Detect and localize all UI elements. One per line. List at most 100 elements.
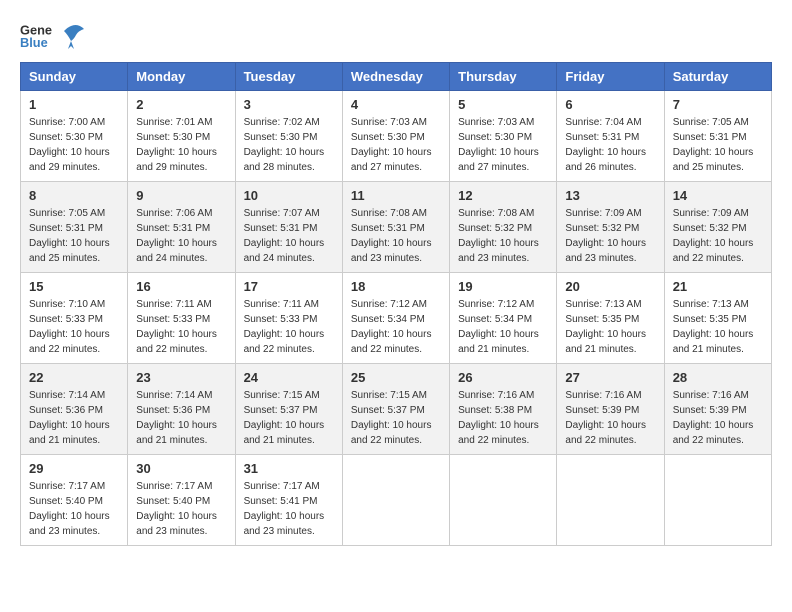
header-sunday: Sunday xyxy=(21,63,128,91)
day-info: Sunrise: 7:17 AM Sunset: 5:40 PM Dayligh… xyxy=(29,479,119,539)
calendar-day-cell: 16 Sunrise: 7:11 AM Sunset: 5:33 PM Dayl… xyxy=(128,273,235,364)
page-header: General Blue xyxy=(20,20,772,52)
day-number: 28 xyxy=(673,370,763,385)
calendar-day-cell: 19 Sunrise: 7:12 AM Sunset: 5:34 PM Dayl… xyxy=(450,273,557,364)
calendar-day-cell: 28 Sunrise: 7:16 AM Sunset: 5:39 PM Dayl… xyxy=(664,364,771,455)
calendar-day-cell: 1 Sunrise: 7:00 AM Sunset: 5:30 PM Dayli… xyxy=(21,91,128,182)
calendar-day-cell: 29 Sunrise: 7:17 AM Sunset: 5:40 PM Dayl… xyxy=(21,455,128,546)
day-info: Sunrise: 7:15 AM Sunset: 5:37 PM Dayligh… xyxy=(351,388,441,448)
day-info: Sunrise: 7:13 AM Sunset: 5:35 PM Dayligh… xyxy=(565,297,655,357)
calendar-day-cell: 31 Sunrise: 7:17 AM Sunset: 5:41 PM Dayl… xyxy=(235,455,342,546)
day-number: 13 xyxy=(565,188,655,203)
day-info: Sunrise: 7:16 AM Sunset: 5:38 PM Dayligh… xyxy=(458,388,548,448)
day-info: Sunrise: 7:12 AM Sunset: 5:34 PM Dayligh… xyxy=(458,297,548,357)
day-info: Sunrise: 7:10 AM Sunset: 5:33 PM Dayligh… xyxy=(29,297,119,357)
calendar-day-cell: 12 Sunrise: 7:08 AM Sunset: 5:32 PM Dayl… xyxy=(450,182,557,273)
calendar-day-cell: 5 Sunrise: 7:03 AM Sunset: 5:30 PM Dayli… xyxy=(450,91,557,182)
day-number: 25 xyxy=(351,370,441,385)
day-number: 12 xyxy=(458,188,548,203)
logo: General Blue xyxy=(20,20,86,52)
day-info: Sunrise: 7:06 AM Sunset: 5:31 PM Dayligh… xyxy=(136,206,226,266)
day-number: 23 xyxy=(136,370,226,385)
day-info: Sunrise: 7:08 AM Sunset: 5:32 PM Dayligh… xyxy=(458,206,548,266)
day-info: Sunrise: 7:05 AM Sunset: 5:31 PM Dayligh… xyxy=(29,206,119,266)
day-number: 9 xyxy=(136,188,226,203)
calendar-day-cell: 22 Sunrise: 7:14 AM Sunset: 5:36 PM Dayl… xyxy=(21,364,128,455)
day-info: Sunrise: 7:04 AM Sunset: 5:31 PM Dayligh… xyxy=(565,115,655,175)
day-number: 24 xyxy=(244,370,334,385)
day-number: 7 xyxy=(673,97,763,112)
header-friday: Friday xyxy=(557,63,664,91)
calendar-week-row: 1 Sunrise: 7:00 AM Sunset: 5:30 PM Dayli… xyxy=(21,91,772,182)
calendar-day-cell: 13 Sunrise: 7:09 AM Sunset: 5:32 PM Dayl… xyxy=(557,182,664,273)
calendar-day-cell: 24 Sunrise: 7:15 AM Sunset: 5:37 PM Dayl… xyxy=(235,364,342,455)
day-number: 30 xyxy=(136,461,226,476)
calendar-day-cell: 3 Sunrise: 7:02 AM Sunset: 5:30 PM Dayli… xyxy=(235,91,342,182)
day-info: Sunrise: 7:08 AM Sunset: 5:31 PM Dayligh… xyxy=(351,206,441,266)
calendar-week-row: 8 Sunrise: 7:05 AM Sunset: 5:31 PM Dayli… xyxy=(21,182,772,273)
calendar-day-cell xyxy=(450,455,557,546)
calendar-day-cell: 14 Sunrise: 7:09 AM Sunset: 5:32 PM Dayl… xyxy=(664,182,771,273)
header-thursday: Thursday xyxy=(450,63,557,91)
calendar-day-cell xyxy=(557,455,664,546)
day-info: Sunrise: 7:13 AM Sunset: 5:35 PM Dayligh… xyxy=(673,297,763,357)
calendar-day-cell: 25 Sunrise: 7:15 AM Sunset: 5:37 PM Dayl… xyxy=(342,364,449,455)
day-number: 1 xyxy=(29,97,119,112)
logo-icon: General Blue xyxy=(20,20,52,52)
day-info: Sunrise: 7:02 AM Sunset: 5:30 PM Dayligh… xyxy=(244,115,334,175)
day-info: Sunrise: 7:03 AM Sunset: 5:30 PM Dayligh… xyxy=(351,115,441,175)
day-info: Sunrise: 7:14 AM Sunset: 5:36 PM Dayligh… xyxy=(136,388,226,448)
day-info: Sunrise: 7:05 AM Sunset: 5:31 PM Dayligh… xyxy=(673,115,763,175)
day-info: Sunrise: 7:17 AM Sunset: 5:41 PM Dayligh… xyxy=(244,479,334,539)
day-number: 29 xyxy=(29,461,119,476)
day-info: Sunrise: 7:09 AM Sunset: 5:32 PM Dayligh… xyxy=(673,206,763,266)
calendar-table: Sunday Monday Tuesday Wednesday Thursday… xyxy=(20,62,772,546)
day-info: Sunrise: 7:16 AM Sunset: 5:39 PM Dayligh… xyxy=(565,388,655,448)
weekday-header-row: Sunday Monday Tuesday Wednesday Thursday… xyxy=(21,63,772,91)
calendar-day-cell: 18 Sunrise: 7:12 AM Sunset: 5:34 PM Dayl… xyxy=(342,273,449,364)
calendar-day-cell xyxy=(664,455,771,546)
day-number: 14 xyxy=(673,188,763,203)
calendar-day-cell: 10 Sunrise: 7:07 AM Sunset: 5:31 PM Dayl… xyxy=(235,182,342,273)
day-info: Sunrise: 7:07 AM Sunset: 5:31 PM Dayligh… xyxy=(244,206,334,266)
day-info: Sunrise: 7:17 AM Sunset: 5:40 PM Dayligh… xyxy=(136,479,226,539)
day-number: 4 xyxy=(351,97,441,112)
day-number: 16 xyxy=(136,279,226,294)
calendar-day-cell: 7 Sunrise: 7:05 AM Sunset: 5:31 PM Dayli… xyxy=(664,91,771,182)
day-number: 20 xyxy=(565,279,655,294)
day-info: Sunrise: 7:00 AM Sunset: 5:30 PM Dayligh… xyxy=(29,115,119,175)
day-info: Sunrise: 7:15 AM Sunset: 5:37 PM Dayligh… xyxy=(244,388,334,448)
header-monday: Monday xyxy=(128,63,235,91)
calendar-week-row: 15 Sunrise: 7:10 AM Sunset: 5:33 PM Dayl… xyxy=(21,273,772,364)
day-info: Sunrise: 7:09 AM Sunset: 5:32 PM Dayligh… xyxy=(565,206,655,266)
calendar-day-cell: 2 Sunrise: 7:01 AM Sunset: 5:30 PM Dayli… xyxy=(128,91,235,182)
day-number: 15 xyxy=(29,279,119,294)
calendar-day-cell: 11 Sunrise: 7:08 AM Sunset: 5:31 PM Dayl… xyxy=(342,182,449,273)
header-tuesday: Tuesday xyxy=(235,63,342,91)
day-number: 3 xyxy=(244,97,334,112)
calendar-day-cell: 15 Sunrise: 7:10 AM Sunset: 5:33 PM Dayl… xyxy=(21,273,128,364)
calendar-day-cell xyxy=(342,455,449,546)
day-info: Sunrise: 7:01 AM Sunset: 5:30 PM Dayligh… xyxy=(136,115,226,175)
calendar-day-cell: 9 Sunrise: 7:06 AM Sunset: 5:31 PM Dayli… xyxy=(128,182,235,273)
svg-text:Blue: Blue xyxy=(20,35,48,50)
header-saturday: Saturday xyxy=(664,63,771,91)
day-number: 27 xyxy=(565,370,655,385)
calendar-day-cell: 26 Sunrise: 7:16 AM Sunset: 5:38 PM Dayl… xyxy=(450,364,557,455)
day-info: Sunrise: 7:03 AM Sunset: 5:30 PM Dayligh… xyxy=(458,115,548,175)
day-number: 18 xyxy=(351,279,441,294)
calendar-day-cell: 21 Sunrise: 7:13 AM Sunset: 5:35 PM Dayl… xyxy=(664,273,771,364)
day-info: Sunrise: 7:12 AM Sunset: 5:34 PM Dayligh… xyxy=(351,297,441,357)
day-number: 5 xyxy=(458,97,548,112)
day-number: 2 xyxy=(136,97,226,112)
calendar-day-cell: 8 Sunrise: 7:05 AM Sunset: 5:31 PM Dayli… xyxy=(21,182,128,273)
day-info: Sunrise: 7:14 AM Sunset: 5:36 PM Dayligh… xyxy=(29,388,119,448)
day-number: 11 xyxy=(351,188,441,203)
logo-bird-icon xyxy=(56,21,86,51)
day-info: Sunrise: 7:11 AM Sunset: 5:33 PM Dayligh… xyxy=(136,297,226,357)
day-number: 21 xyxy=(673,279,763,294)
day-number: 31 xyxy=(244,461,334,476)
day-number: 26 xyxy=(458,370,548,385)
calendar-day-cell: 30 Sunrise: 7:17 AM Sunset: 5:40 PM Dayl… xyxy=(128,455,235,546)
day-number: 10 xyxy=(244,188,334,203)
